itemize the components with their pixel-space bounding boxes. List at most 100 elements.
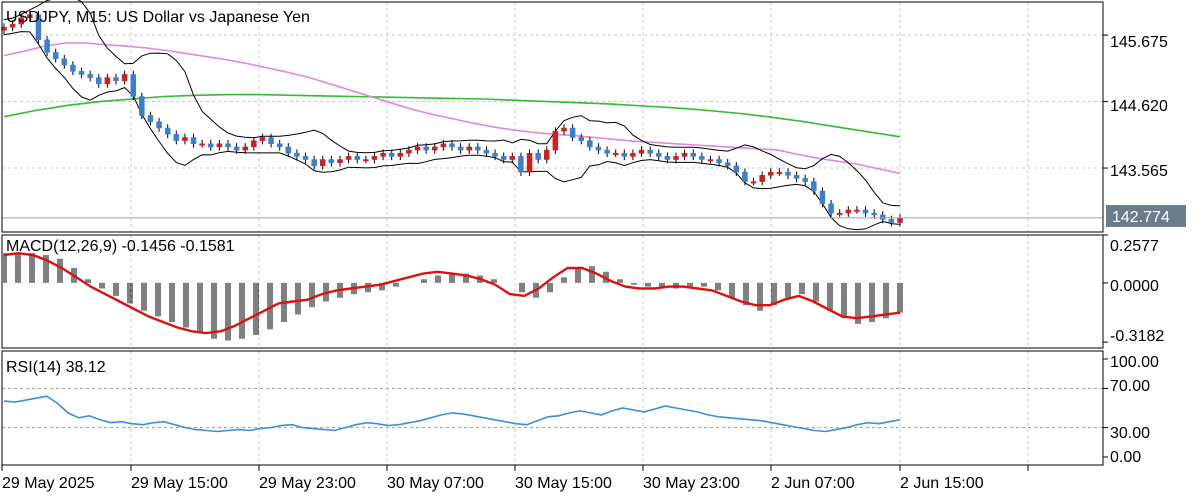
macd-tick-label: 0.0000 <box>1110 278 1159 295</box>
x-axis-label: 30 May 15:00 <box>515 475 612 492</box>
macd-histogram-bar <box>29 253 35 283</box>
macd-panel-label: MACD(12,26,9) -0.1456 -0.1581 <box>6 238 235 255</box>
grid-layer <box>1 2 1103 465</box>
macd-histogram-bar <box>575 268 581 283</box>
macd-histogram-bar <box>85 279 91 283</box>
macd-histogram-bar <box>897 282 903 313</box>
price-tick-label: 144.620 <box>1110 98 1168 115</box>
macd-histogram-bar <box>701 282 707 287</box>
candle-body <box>716 159 722 163</box>
candle-body <box>328 159 335 163</box>
x-axis-label: 29 May 2025 <box>2 475 95 492</box>
chart-window: USDJPY, M15: US Dollar vs Japanese Yen M… <box>0 0 1200 500</box>
macd-tick-label: 0.2577 <box>1110 238 1159 255</box>
candle-body <box>139 96 145 116</box>
candle-body <box>440 143 447 148</box>
ma-slow-path <box>3 93 901 138</box>
macd-histogram-bar <box>183 282 189 328</box>
candle-body <box>354 156 360 160</box>
candle-body <box>388 152 395 157</box>
candle-body <box>44 39 50 53</box>
macd-histogram-bar <box>757 282 763 311</box>
macd-signal-line <box>3 251 901 335</box>
candle-body <box>285 146 292 154</box>
candle-body <box>311 159 317 167</box>
macd-histogram-bar <box>561 277 567 283</box>
candle-body <box>147 115 154 122</box>
panel-frame <box>1 350 1104 466</box>
macd-histogram-bar <box>491 279 497 283</box>
candle-body <box>87 74 93 78</box>
candle-body <box>544 149 550 160</box>
candle-body <box>199 143 205 146</box>
candle-body <box>569 127 576 138</box>
candle-body <box>578 137 584 141</box>
candle-body <box>561 127 567 132</box>
macd-histogram-bar <box>155 282 161 317</box>
candle-body <box>363 159 369 162</box>
candle-body <box>216 143 223 148</box>
candle-body <box>268 137 274 145</box>
candle-body <box>320 159 326 167</box>
price-panel <box>1 0 1103 231</box>
candle-body <box>785 171 791 176</box>
candle-body <box>345 156 352 160</box>
candle-body <box>121 74 128 82</box>
candle-body <box>104 77 111 85</box>
candle-body <box>276 143 283 148</box>
candle-body <box>819 190 826 204</box>
candle-body <box>862 209 869 214</box>
macd-histogram-bar <box>309 282 315 308</box>
macd-tick-label: -0.3182 <box>1110 328 1164 345</box>
candle-body <box>707 159 714 162</box>
x-axis-label: 29 May 15:00 <box>131 475 228 492</box>
candle-body <box>483 149 490 154</box>
candle-body <box>70 64 76 72</box>
macd-histogram-bar <box>169 282 175 322</box>
candle-body <box>793 175 800 179</box>
current-price-label: 142.774 <box>1112 209 1170 226</box>
candle-body <box>242 146 248 151</box>
macd-histogram-bar <box>393 282 399 287</box>
candle-body <box>811 181 817 192</box>
ma-fast-line <box>3 42 901 175</box>
macd-histogram-bar <box>421 279 427 283</box>
candle-body <box>61 58 68 66</box>
candle-body <box>724 162 731 167</box>
candle-body <box>52 52 59 59</box>
rsi-line <box>3 395 901 433</box>
macd-histogram-bar <box>239 282 245 339</box>
candle-body <box>681 152 688 157</box>
candle-body <box>190 137 197 145</box>
macd-histogram-bar <box>883 282 889 319</box>
candle-body <box>742 171 748 182</box>
candle-body <box>182 137 188 141</box>
candle-body <box>259 137 266 141</box>
macd-histogram-bar <box>631 282 637 285</box>
ma-slow-line <box>3 93 901 138</box>
candle-body <box>759 175 765 182</box>
candle-body <box>880 214 886 220</box>
candle-body <box>612 152 619 155</box>
candle-body <box>414 146 421 151</box>
candle-body <box>733 165 740 173</box>
macd-histogram-bar <box>141 282 147 311</box>
panel-frames <box>1 1 1108 471</box>
bollinger-bands <box>3 0 901 231</box>
macd-histogram-bar <box>617 279 623 283</box>
macd-histogram-bar <box>799 282 805 295</box>
macd-histogram-bar <box>197 282 203 334</box>
candle-body <box>380 152 386 157</box>
candle-body <box>595 146 602 151</box>
macd-histogram-bar <box>449 273 455 283</box>
candle-body <box>164 127 171 135</box>
candle-body <box>647 149 653 154</box>
candle-body <box>225 143 231 148</box>
macd-histogram-bar <box>435 275 441 283</box>
candle-body <box>337 159 343 163</box>
macd-histogram-bar <box>827 282 833 311</box>
macd-histogram-bar <box>1 253 7 283</box>
candle-body <box>173 134 180 141</box>
candle-body <box>638 149 645 154</box>
macd-histogram-bar <box>785 282 791 298</box>
